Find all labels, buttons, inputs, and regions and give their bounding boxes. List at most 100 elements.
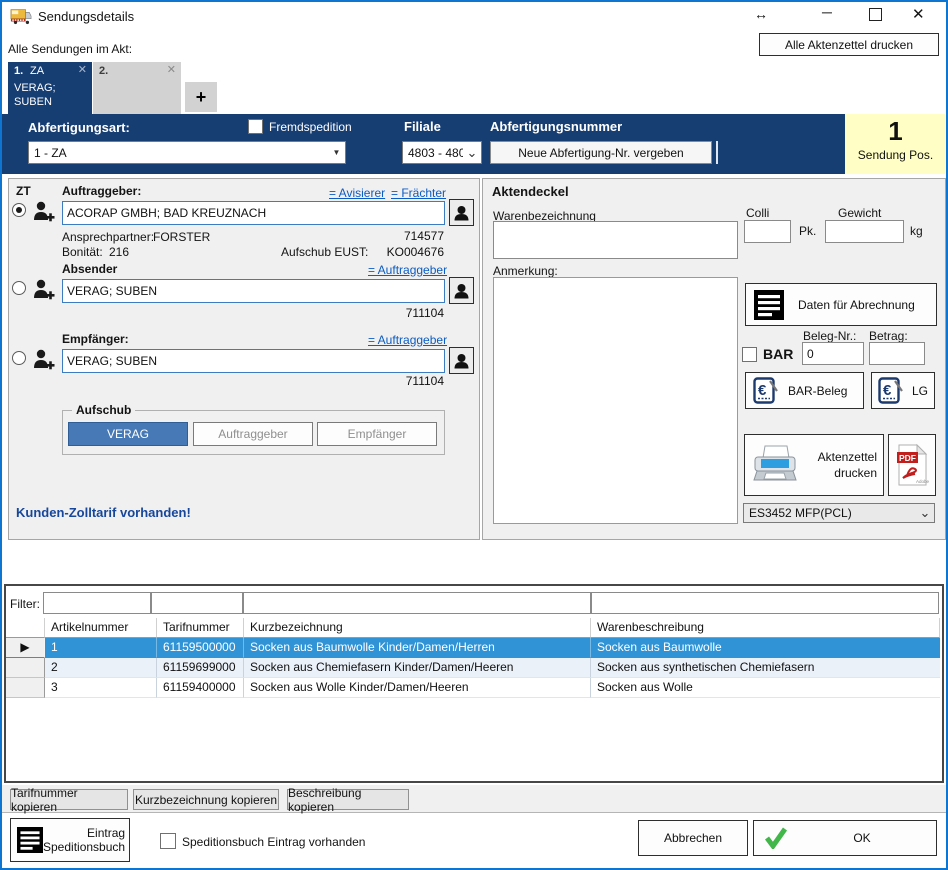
tab1-code: ZA <box>30 65 44 77</box>
print-all-aktenzettel-button[interactable]: Alle Aktenzettel drucken <box>759 33 939 56</box>
empfaenger-auftraggeber-link[interactable]: = Auftraggeber <box>368 333 447 347</box>
absender-contact-button[interactable] <box>449 277 474 304</box>
sendung-pos-label: Sendung Pos. <box>845 148 946 162</box>
column-header-kurzbezeichnung[interactable]: Kurzbezeichnung <box>244 618 591 638</box>
empfaenger-contact-button[interactable] <box>449 347 474 374</box>
copy-kurzbezeichnung-button[interactable]: Kurzbezeichnung kopieren <box>133 789 279 810</box>
tab-shipment-1[interactable]: 1. ZA ✕ VERAG; SUBEN <box>8 62 92 114</box>
auftraggeber-contact-button[interactable] <box>449 199 474 226</box>
chevron-down-icon: ⌄ <box>463 145 481 161</box>
combo-arrow-icon: ▼ <box>328 148 345 157</box>
avisierer-link[interactable]: = Avisierer <box>329 186 385 200</box>
document-lines-icon <box>754 290 784 320</box>
cell-warenbeschreibung[interactable]: Socken aus Baumwolle <box>591 638 940 658</box>
person-add-icon[interactable] <box>32 348 56 372</box>
svg-text:€: € <box>758 382 767 399</box>
table-row[interactable]: 2 61159699000 Socken aus Chemiefasern Ki… <box>6 658 940 678</box>
cell-tarifnummer[interactable]: 61159699000 <box>157 658 244 678</box>
fremdspedition-checkbox[interactable] <box>248 119 263 134</box>
aufschub-eust-value: KO004676 <box>365 245 444 259</box>
bar-checkbox[interactable] <box>742 347 757 362</box>
filter-label: Filter: <box>10 597 40 611</box>
absender-input[interactable] <box>62 279 445 303</box>
column-header-artikelnummer[interactable]: Artikelnummer <box>45 618 157 638</box>
auftraggeber-radio[interactable] <box>12 203 26 217</box>
printer-select[interactable]: ES3452 MFP(PCL) ⌄ <box>743 503 935 523</box>
aufschub-verag-label: VERAG <box>107 427 149 441</box>
filter-input-tarifnummer[interactable] <box>151 592 243 614</box>
filter-input-kurzbezeichnung[interactable] <box>243 592 591 614</box>
eintrag-speditionsbuch-button[interactable]: Eintrag Speditionsbuch <box>10 818 130 862</box>
chevron-down-icon: ⌄ <box>916 505 934 521</box>
add-tab-button[interactable]: + <box>185 82 217 112</box>
betrag-label: Betrag: <box>869 329 908 343</box>
filter-input-warenbeschreibung[interactable] <box>591 592 939 614</box>
person-add-icon[interactable] <box>32 200 56 224</box>
filiale-select[interactable]: 4803 - 480 ⌄ <box>402 141 482 164</box>
cell-kurzbezeichnung[interactable]: Socken aus Chemiefasern Kinder/Damen/Hee… <box>244 658 591 678</box>
absender-label: Absender <box>62 262 117 276</box>
aktenzettel-drucken-button[interactable]: Aktenzettel drucken <box>744 434 884 496</box>
cell-warenbeschreibung[interactable]: Socken aus Wolle <box>591 678 940 698</box>
aufschub-verag-button[interactable]: VERAG <box>68 422 188 446</box>
warenbezeichnung-input[interactable] <box>493 221 738 259</box>
lg-label: LG <box>912 384 928 398</box>
fremdspedition-label: Fremdspedition <box>269 120 352 134</box>
row-selector[interactable] <box>6 658 45 678</box>
anmerkung-textarea[interactable] <box>493 277 738 524</box>
pdf-export-button[interactable]: PDF Adobe <box>888 434 936 496</box>
absender-radio[interactable] <box>12 281 26 295</box>
aufschub-empfaenger-button[interactable]: Empfänger <box>317 422 437 446</box>
neue-abfertigungsnr-button[interactable]: Neue Abfertigung-Nr. vergeben <box>490 141 712 164</box>
lg-button[interactable]: € LG <box>871 372 935 409</box>
aufschub-auftraggeber-button[interactable]: Auftraggeber <box>193 422 313 446</box>
colli-input[interactable] <box>744 220 791 243</box>
gewicht-input[interactable] <box>825 220 904 243</box>
auftraggeber-input[interactable] <box>62 201 445 225</box>
sendung-pos-count: 1 <box>845 114 946 148</box>
tab-shipment-2[interactable]: 2. ✕ <box>93 62 181 114</box>
table-row[interactable]: 3 61159400000 Socken aus Wolle Kinder/Da… <box>6 678 940 698</box>
column-header-warenbeschreibung[interactable]: Warenbeschreibung <box>591 618 940 638</box>
fraechter-link[interactable]: = Frächter <box>391 186 446 200</box>
maximize-icon[interactable] <box>869 8 882 21</box>
filter-input-artikelnummer[interactable] <box>43 592 151 614</box>
cell-warenbeschreibung[interactable]: Socken aus synthetischen Chemiefasern <box>591 658 940 678</box>
cell-artikelnummer[interactable]: 3 <box>45 678 157 698</box>
zt-label: ZT <box>16 184 31 198</box>
anmerkung-label: Anmerkung: <box>493 264 558 278</box>
cell-tarifnummer[interactable]: 61159500000 <box>157 638 244 658</box>
cancel-button[interactable]: Abbrechen <box>638 820 748 856</box>
cell-artikelnummer[interactable]: 2 <box>45 658 157 678</box>
betrag-input[interactable] <box>869 342 925 365</box>
auftraggeber-number: 714577 <box>365 229 444 243</box>
abfertigungsart-select[interactable]: 1 - ZA ▼ <box>28 141 346 164</box>
table-row[interactable]: ▶ 1 61159500000 Socken aus Baumwolle Kin… <box>6 638 940 658</box>
absender-auftraggeber-link[interactable]: = Auftraggeber <box>368 263 447 277</box>
copy-beschreibung-button[interactable]: Beschreibung kopieren <box>287 789 409 810</box>
empfaenger-radio[interactable] <box>12 351 26 365</box>
column-header-tarifnummer[interactable]: Tarifnummer <box>157 618 244 638</box>
close-icon[interactable]: ✕ <box>912 5 925 23</box>
tab1-close-icon[interactable]: ✕ <box>78 63 87 76</box>
ansprechpartner-value: FORSTER <box>153 230 210 244</box>
copy-tarifnummer-button[interactable]: Tarifnummer kopieren <box>10 789 128 810</box>
ok-button[interactable]: OK <box>753 820 937 856</box>
cell-tarifnummer[interactable]: 61159400000 <box>157 678 244 698</box>
bar-beleg-button[interactable]: € BAR-Beleg <box>745 372 864 409</box>
empfaenger-input[interactable] <box>62 349 445 373</box>
speditionsbuch-checkbox[interactable] <box>160 833 176 849</box>
cell-kurzbezeichnung[interactable]: Socken aus Baumwolle Kinder/Damen/Herren <box>244 638 591 658</box>
copy-beschreibung-label: Beschreibung kopieren <box>288 786 408 814</box>
resize-icon[interactable]: ↔ <box>754 6 768 22</box>
cell-artikelnummer[interactable]: 1 <box>45 638 157 658</box>
tab2-close-icon[interactable]: ✕ <box>167 63 176 76</box>
cell-kurzbezeichnung[interactable]: Socken aus Wolle Kinder/Damen/Heeren <box>244 678 591 698</box>
person-add-icon[interactable] <box>32 278 56 302</box>
row-selector[interactable] <box>6 678 45 698</box>
cancel-label: Abbrechen <box>664 831 722 845</box>
daten-abrechnung-button[interactable]: Daten für Abrechnung <box>745 283 937 326</box>
daten-abrechnung-label: Daten für Abrechnung <box>798 298 915 312</box>
beleg-nr-input[interactable] <box>802 342 864 365</box>
minimize-icon[interactable]: ─ <box>822 4 832 20</box>
